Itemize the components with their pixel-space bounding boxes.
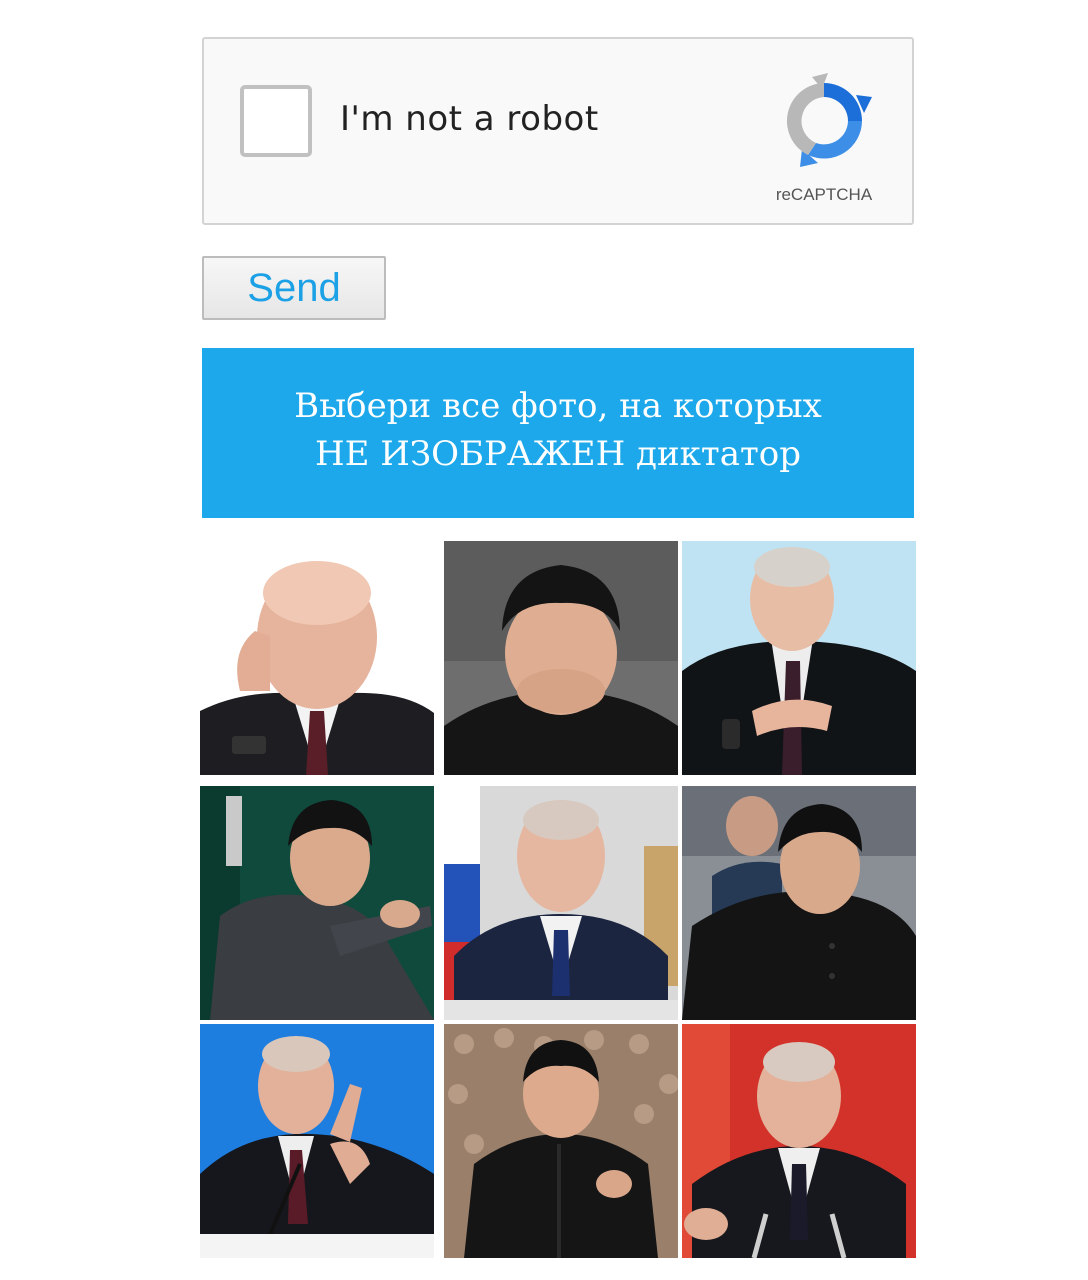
challenge-line-2: НЕ ИЗОБРАЖЕН диктатор bbox=[314, 434, 802, 474]
grid-tile-8[interactable] bbox=[444, 1024, 678, 1258]
not-robot-label: I'm not a robot bbox=[340, 99, 599, 139]
grid-tile-6[interactable] bbox=[682, 786, 916, 1020]
recaptcha-widget: I'm not a robot reCAPTCHA bbox=[202, 37, 914, 225]
grid-tile-2[interactable] bbox=[444, 541, 678, 775]
grid-tile-4[interactable] bbox=[200, 786, 434, 1020]
tile-4-photo bbox=[200, 786, 434, 1020]
tile-7-photo bbox=[200, 1024, 434, 1258]
recaptcha-logo-icon bbox=[772, 69, 876, 175]
grid-tile-5[interactable] bbox=[444, 786, 678, 1020]
grid-tile-9[interactable] bbox=[682, 1024, 916, 1258]
tile-6-photo bbox=[682, 786, 916, 1020]
tile-1-photo bbox=[200, 541, 434, 775]
grid-tile-7[interactable] bbox=[200, 1024, 434, 1258]
tile-3-photo bbox=[682, 541, 916, 775]
tile-2-photo bbox=[444, 541, 678, 775]
recaptcha-brand: reCAPTCHA bbox=[775, 185, 873, 204]
challenge-line-1: Выбери все фото, на которых bbox=[294, 386, 822, 426]
grid-tile-1[interactable] bbox=[200, 541, 434, 775]
challenge-instruction: Выбери все фото, на которых НЕ ИЗОБРАЖЕН… bbox=[202, 348, 914, 518]
not-robot-checkbox[interactable] bbox=[240, 85, 312, 157]
tile-5-photo bbox=[444, 786, 678, 1020]
send-button[interactable]: Send bbox=[202, 256, 386, 320]
grid-tile-3[interactable] bbox=[682, 541, 916, 775]
tile-8-photo bbox=[444, 1024, 678, 1258]
tile-9-photo bbox=[682, 1024, 916, 1258]
